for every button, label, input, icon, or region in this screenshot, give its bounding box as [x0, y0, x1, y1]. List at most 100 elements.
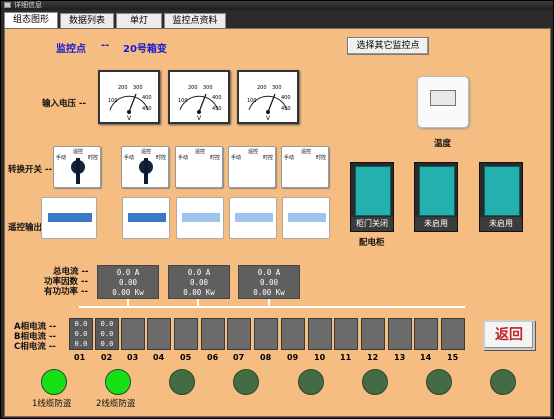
transfer-switch-2[interactable]: 手动 遥控 时控 — [121, 146, 169, 188]
switch-handle-icon — [144, 158, 148, 184]
meter-3-current: 0.0 A — [257, 268, 281, 277]
remote-output-breaker-4[interactable] — [229, 197, 277, 239]
transfer-switch-1[interactable]: 手动 遥控 时控 — [53, 146, 101, 188]
temperature-sensor — [417, 76, 469, 128]
switch-5-remote: 遥控 — [301, 149, 312, 155]
gauge-3-tick-300: 300 — [272, 85, 282, 91]
indicator-7 — [426, 369, 452, 395]
door-3-status: 未启用 — [480, 217, 522, 231]
indicator-6 — [362, 369, 388, 395]
circuit-number-14: 14 — [420, 353, 432, 362]
switch-4-remote: 遥控 — [248, 149, 259, 155]
circuit-02-c: 0.0 — [100, 340, 114, 348]
remote-output-breaker-3[interactable] — [176, 197, 224, 239]
circuit-01-c: 0.0 — [74, 340, 88, 348]
monitor-point-name: 20号箱变 — [123, 44, 167, 55]
switch-5-timer: 时控 — [315, 155, 326, 161]
circuit-01-a: 0.0 — [74, 320, 88, 328]
meter-1-power: 0.00 Kw — [112, 288, 144, 297]
gauge-dial-3: 100 200 300 400 450 V — [247, 85, 291, 122]
breaker-switch-icon — [288, 213, 326, 222]
circuit-11 — [334, 318, 358, 350]
switch-2-timer: 时控 — [155, 155, 166, 161]
voltage-gauge-2: 100 200 300 400 450 V — [168, 70, 230, 124]
circuit-13 — [388, 318, 412, 350]
circuit-number-05: 05 — [180, 353, 192, 362]
circuit-number-03: 03 — [127, 353, 139, 362]
gauge-2-tick-450: 450 — [212, 106, 222, 112]
return-button[interactable]: 返回 — [483, 320, 535, 350]
circuit-09 — [281, 318, 305, 350]
switch-4-manual: 手动 — [231, 155, 242, 161]
gauge-3-tick-100: 100 — [247, 98, 257, 104]
circuit-03 — [121, 318, 145, 350]
tab-data-list[interactable]: 数据列表 — [60, 13, 114, 28]
meter-2-power: 0.00 Kw — [183, 288, 215, 297]
circuit-number-06: 06 — [207, 353, 219, 362]
monitor-point-label: 监控点 — [56, 44, 86, 55]
circuit-number-12: 12 — [367, 353, 379, 362]
voltage-gauge-3: 100 200 300 400 450 V — [237, 70, 299, 124]
phase-c-label: C相电流 -- — [14, 342, 56, 352]
remote-output-breaker-1[interactable] — [41, 197, 97, 239]
circuit-07 — [227, 318, 251, 350]
switch-1-manual: 手动 — [56, 155, 67, 161]
gauge-2-tick-400: 400 — [212, 95, 222, 101]
gauge-dial-2: 100 200 300 400 450 V — [178, 85, 222, 122]
indicator-4 — [233, 369, 259, 395]
tab-graphics[interactable]: 组态图形 — [4, 12, 58, 28]
circuit-01: 0.0 0.0 0.0 — [69, 318, 93, 350]
transfer-switch-3[interactable]: 手动 遥控 时控 — [175, 146, 223, 188]
remote-output-breaker-5[interactable] — [282, 197, 330, 239]
circuit-02-a: 0.0 — [100, 320, 114, 328]
remote-output-breaker-2[interactable] — [122, 197, 170, 239]
circuit-number-08: 08 — [260, 353, 272, 362]
circuit-01-b: 0.0 — [74, 330, 88, 338]
circuit-15 — [441, 318, 465, 350]
details-window: 详细信息 组态图形 数据列表 单灯 监控点资料 监控点 -- 20号箱变 选择其… — [0, 0, 554, 419]
gauge-2-unit: V — [197, 115, 202, 122]
switch-1-remote: 遥控 — [73, 149, 84, 155]
transfer-switch-5[interactable]: 手动 遥控 时控 — [281, 146, 329, 188]
breaker-switch-icon — [128, 213, 166, 222]
gauge-2-tick-200: 200 — [188, 85, 198, 91]
breaker-switch-icon — [182, 213, 220, 222]
door-icon — [355, 166, 391, 216]
door-icon — [419, 166, 455, 216]
tab-monitor-info[interactable]: 监控点资料 — [164, 13, 226, 28]
circuit-number-10: 10 — [314, 353, 326, 362]
meter-2-current: 0.0 A — [187, 268, 211, 277]
switch-1-timer: 时控 — [87, 155, 98, 161]
meter-2: 0.0 A 0.00 0.00 Kw — [168, 265, 230, 299]
indicator-8 — [490, 369, 516, 395]
transfer-switch-label: 转换开关 -- — [8, 165, 53, 175]
select-other-monitor-button[interactable]: 选择其它监控点 — [347, 37, 429, 55]
voltage-gauge-1: 100 200 300 400 450 V — [98, 70, 160, 124]
circuit-number-11: 11 — [340, 353, 352, 362]
circuit-number-13: 13 — [394, 353, 406, 362]
circuit-number-15: 15 — [447, 353, 459, 362]
graphics-panel: 监控点 -- 20号箱变 选择其它监控点 输入电压 -- 转换开关 -- 遥控输… — [4, 28, 551, 417]
tab-single-light[interactable]: 单灯 — [116, 13, 162, 28]
door-icon — [484, 166, 520, 216]
switch-2-remote: 遥控 — [141, 149, 152, 155]
switch-4-timer: 时控 — [262, 155, 273, 161]
meter-3: 0.0 A 0.00 0.00 Kw — [238, 265, 300, 299]
circuit-05 — [174, 318, 198, 350]
transfer-switch-4[interactable]: 手动 遥控 时控 — [228, 146, 276, 188]
gauge-3-tick-450: 450 — [281, 106, 291, 112]
circuit-04 — [147, 318, 171, 350]
window-title: 详细信息 — [14, 1, 42, 9]
title-bar: 详细信息 — [1, 1, 553, 10]
meter-3-power: 0.00 Kw — [253, 288, 285, 297]
meter-1: 0.0 A 0.00 0.00 Kw — [97, 265, 159, 299]
temperature-label: 温度 — [434, 139, 452, 149]
gauge-dial-1: 100 200 300 400 450 V — [108, 85, 152, 122]
gauge-1-unit: V — [127, 115, 132, 122]
switch-3-manual: 手动 — [178, 155, 189, 161]
thermostat-display-icon — [430, 90, 456, 106]
gauge-3-tick-400: 400 — [281, 95, 291, 101]
gauge-2-tick-300: 300 — [203, 85, 213, 91]
indicator-3 — [169, 369, 195, 395]
cabinet-door-3: 未启用 — [479, 162, 523, 232]
